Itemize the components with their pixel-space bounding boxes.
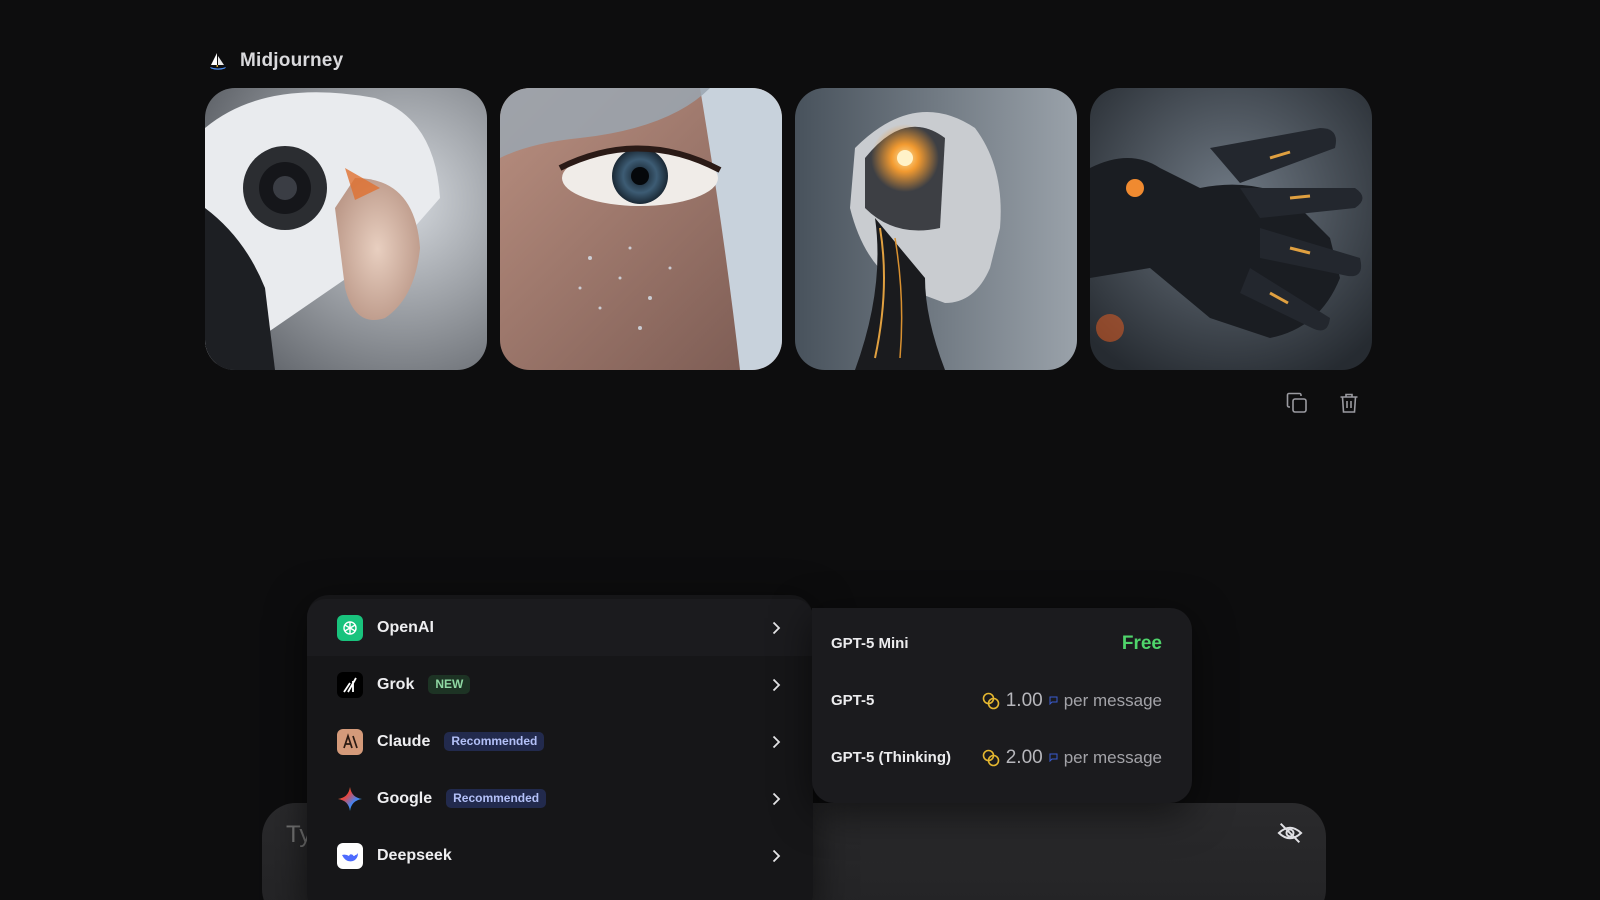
message-icon (1049, 753, 1058, 762)
model-price: 1.00 per message (981, 690, 1162, 712)
deepseek-icon (337, 842, 363, 869)
delete-button[interactable] (1336, 390, 1362, 416)
provider-label: Deepseek (377, 846, 452, 864)
provider-label: Grok (377, 675, 415, 693)
copy-button[interactable] (1284, 390, 1310, 416)
model-item-gpt-5-thinking[interactable]: GPT-5 (Thinking) 2.00 per message (812, 729, 1192, 786)
image-tile-2[interactable] (500, 88, 782, 370)
model-name: GPT-5 Mini (831, 635, 909, 652)
image-grid (205, 88, 1372, 370)
page: Midjourney Ty OpenAI Grok NEW Claude Rec… (0, 0, 1600, 900)
provider-item-deepseek[interactable]: Deepseek (307, 827, 813, 884)
chevron-right-icon (772, 849, 781, 862)
price-unit: per message (1063, 747, 1162, 767)
provider-label: OpenAI (377, 618, 434, 636)
provider-item-google[interactable]: Google Recommended (307, 770, 813, 827)
recommended-badge: Recommended (446, 789, 547, 808)
price-amount: 2.00 (1005, 746, 1043, 768)
model-name: GPT-5 (Thinking) (831, 749, 951, 766)
gallery-source-title: Midjourney (240, 50, 344, 71)
model-item-gpt-5-mini[interactable]: GPT-5 Mini Free (812, 615, 1192, 672)
chevron-right-icon (772, 735, 781, 748)
grok-icon (337, 671, 363, 698)
robot-helmet-image (205, 88, 487, 370)
cyborg-head-image (795, 88, 1077, 370)
coins-icon (982, 749, 1000, 766)
image-tile-4[interactable] (1090, 88, 1372, 370)
gallery-header: Midjourney (208, 50, 343, 72)
provider-label: Claude (377, 732, 431, 750)
gallery-actions (1284, 390, 1362, 416)
claude-icon (337, 728, 363, 755)
provider-label: Google (377, 789, 433, 807)
provider-menu: OpenAI Grok NEW Claude Recommended Googl… (307, 595, 813, 900)
free-price-label: Free (1121, 632, 1162, 654)
model-submenu: GPT-5 Mini Free GPT-5 1.00 per message G… (812, 608, 1192, 803)
provider-item-claude[interactable]: Claude Recommended (307, 713, 813, 770)
image-tile-1[interactable] (205, 88, 487, 370)
chevron-right-icon (772, 792, 781, 805)
eye-off-icon[interactable] (1276, 819, 1304, 847)
google-icon (337, 786, 363, 812)
trash-icon (1340, 393, 1358, 413)
price-amount: 1.00 (1005, 689, 1043, 711)
new-badge: NEW (428, 675, 471, 694)
midjourney-logo-icon (210, 53, 226, 70)
image-tile-3[interactable] (795, 88, 1077, 370)
provider-item-openai[interactable]: OpenAI (307, 599, 813, 656)
message-icon (1049, 696, 1058, 705)
coins-icon (982, 692, 1000, 709)
provider-item-grok[interactable]: Grok NEW (307, 656, 813, 713)
copy-icon (1286, 392, 1307, 413)
recommended-badge: Recommended (444, 732, 545, 751)
model-price: 2.00 per message (981, 747, 1162, 769)
robotic-hand-image (1090, 88, 1372, 370)
price-unit: per message (1063, 690, 1162, 710)
eye-closeup-image (500, 88, 782, 370)
chevron-right-icon (772, 621, 781, 634)
chevron-right-icon (772, 678, 781, 691)
openai-icon (337, 614, 363, 641)
model-item-gpt-5[interactable]: GPT-5 1.00 per message (812, 672, 1192, 729)
model-name: GPT-5 (831, 692, 875, 709)
